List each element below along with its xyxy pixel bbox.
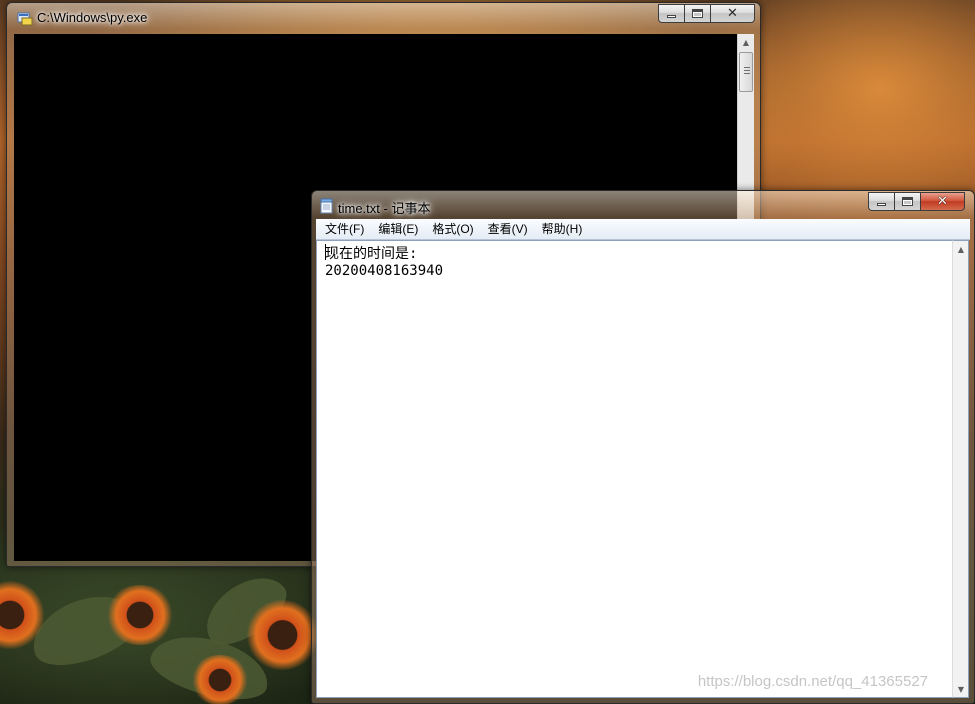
- grip-line: [744, 67, 750, 68]
- scroll-down-arrow-icon[interactable]: ▼: [953, 681, 969, 697]
- console-scroll-thumb[interactable]: [739, 52, 753, 92]
- close-icon: ✕: [937, 194, 948, 209]
- menu-format[interactable]: 格式(O): [425, 220, 480, 239]
- console-caption-buttons: ✕: [658, 4, 755, 23]
- maximize-icon: [692, 9, 703, 18]
- console-minimize-button[interactable]: [658, 4, 684, 23]
- notepad-vertical-scrollbar[interactable]: ▲ ▼: [952, 240, 969, 698]
- notepad-close-button[interactable]: ✕: [920, 192, 965, 211]
- console-app-icon: [17, 10, 33, 26]
- console-window-title: C:\Windows\py.exe: [37, 10, 148, 25]
- notepad-titlebar[interactable]: time.txt - 记事本 ✕: [312, 191, 974, 219]
- notepad-window-title: time.txt - 记事本: [338, 201, 431, 216]
- menu-view[interactable]: 查看(V): [481, 220, 535, 239]
- notepad-text-area[interactable]: 现在的时间是: 20200408163940 https://blog.csdn…: [316, 240, 952, 698]
- sunflower-decoration: [190, 655, 250, 704]
- watermark-text: https://blog.csdn.net/qq_41365527: [697, 673, 928, 690]
- grip-line: [744, 70, 750, 71]
- maximize-icon: [902, 197, 913, 206]
- grip-line: [744, 73, 750, 74]
- notepad-maximize-button[interactable]: [894, 192, 920, 211]
- sunflower-decoration: [245, 600, 320, 670]
- scroll-up-arrow-icon[interactable]: ▲: [738, 34, 754, 50]
- minimize-icon: [667, 15, 676, 18]
- text-line: 现在的时间是:: [325, 246, 418, 262]
- console-titlebar[interactable]: C:\Windows\py.exe ✕: [7, 3, 760, 31]
- notepad-icon: [319, 198, 335, 214]
- minimize-icon: [877, 203, 886, 206]
- menu-edit[interactable]: 编辑(E): [371, 220, 425, 239]
- notepad-minimize-button[interactable]: [868, 192, 894, 211]
- scroll-up-arrow-icon[interactable]: ▲: [953, 241, 969, 257]
- close-icon: ✕: [727, 6, 738, 21]
- notepad-caption-buttons: ✕: [868, 192, 965, 211]
- text-line: 20200408163940: [325, 263, 444, 279]
- notepad-window[interactable]: time.txt - 记事本 ✕ 文件(F) 编辑(E) 格式(O) 查看(V)…: [311, 190, 975, 704]
- notepad-menubar: 文件(F) 编辑(E) 格式(O) 查看(V) 帮助(H): [316, 219, 970, 240]
- menu-help[interactable]: 帮助(H): [535, 220, 590, 239]
- console-close-button[interactable]: ✕: [710, 4, 755, 23]
- menu-file[interactable]: 文件(F): [318, 220, 371, 239]
- sunflower-decoration: [105, 585, 175, 645]
- console-maximize-button[interactable]: [684, 4, 710, 23]
